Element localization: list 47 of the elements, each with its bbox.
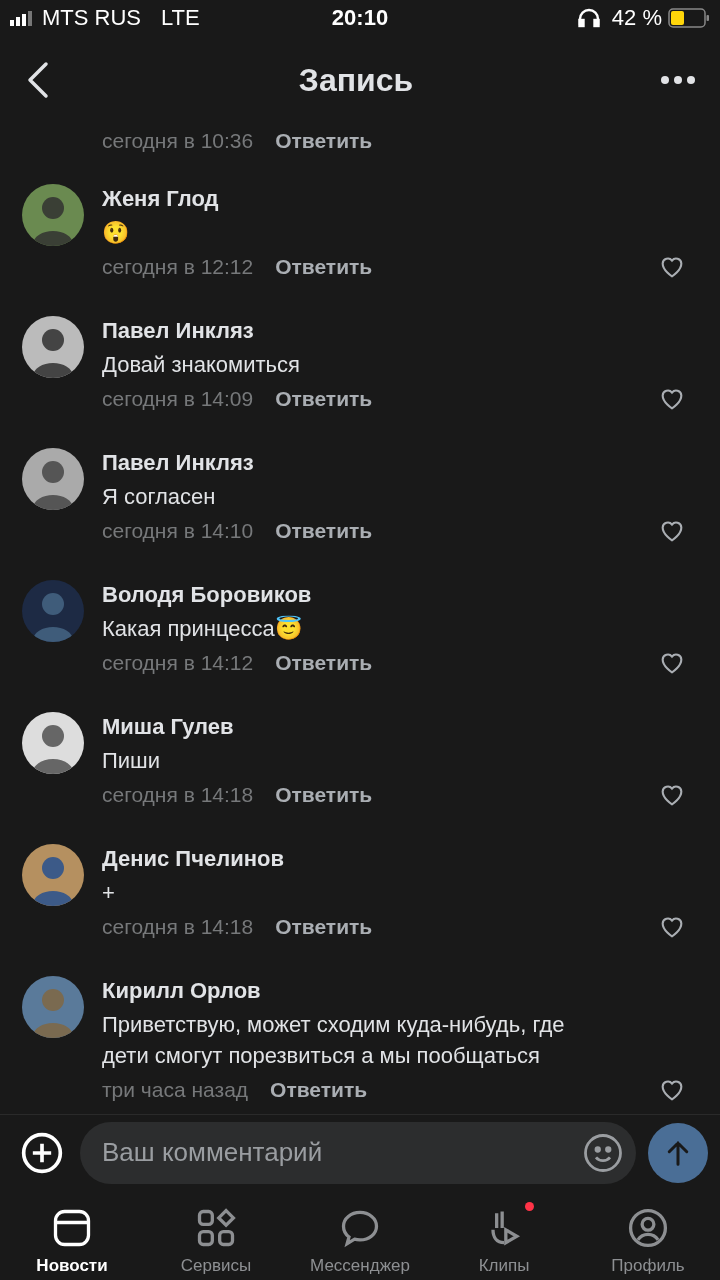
profile-icon (626, 1206, 670, 1250)
comment-time: сегодня в 14:09 (102, 387, 254, 411)
comment-time: сегодня в 14:18 (102, 915, 254, 939)
reply-button[interactable]: Ответить (275, 255, 373, 279)
page-title: Запись (298, 61, 414, 99)
reply-button[interactable]: Ответить (275, 129, 373, 153)
comment-time: сегодня в 10:36 (102, 129, 254, 153)
comment-text: 😲 (102, 219, 130, 247)
battery-percent: 42 % (611, 5, 662, 31)
comment-text: Довай знакомиться (102, 351, 301, 379)
comment-author[interactable]: Павел Инкляз (102, 446, 640, 480)
comment-author[interactable]: Павел Инкляз (102, 314, 640, 348)
tab[interactable]: Новости (0, 1190, 144, 1280)
tab[interactable]: Мессенджер (288, 1190, 432, 1280)
comment-author[interactable]: Денис Пчелинов (102, 842, 640, 876)
comment-time: сегодня в 12:12 (102, 255, 254, 279)
comment-time: сегодня в 14:18 (102, 783, 254, 807)
reply-button[interactable]: Ответить (275, 651, 373, 675)
carrier-name: MTS RUS (42, 5, 141, 31)
network-type: LTE (161, 5, 200, 31)
headphones-icon (577, 8, 600, 28)
comment-text: Я согласен (102, 483, 217, 511)
comment-time: три часа назад (102, 1078, 249, 1102)
comment-author[interactable]: Кирилл Орлов (102, 974, 640, 1008)
comment-field-background[interactable]: Ваш комментарий (80, 1121, 636, 1184)
tab[interactable]: Клипы (432, 1190, 576, 1280)
battery-icon (668, 8, 710, 28)
tab[interactable]: Сервисы (144, 1190, 288, 1280)
clock: 20:10 (331, 5, 389, 31)
smiley-icon[interactable] (582, 1131, 624, 1174)
comment-author[interactable]: Миша Гулев (102, 710, 640, 744)
comment-text: Пиши (102, 747, 162, 775)
comment-author[interactable]: Женя Глод (102, 182, 640, 216)
comment-text: Какая принцесса😇 (102, 614, 303, 643)
more-icon[interactable] (660, 75, 696, 85)
comment-author[interactable]: Володя Боровиков (102, 578, 640, 612)
comment-time: сегодня в 14:12 (102, 651, 254, 675)
comment-time: сегодня в 14:10 (102, 519, 254, 543)
reply-button[interactable]: Ответить (270, 1078, 368, 1102)
reply-button[interactable]: Ответить (275, 783, 373, 807)
reply-button[interactable]: Ответить (275, 915, 373, 939)
reply-button[interactable]: Ответить (275, 387, 373, 411)
tab[interactable]: Профиль (576, 1190, 720, 1280)
reply-button[interactable]: Ответить (275, 519, 373, 543)
comment-text: Приветствую, может сходим куда-нибудь, где дети смогут порезвиться а мы пообщаться (102, 1011, 566, 1070)
comment-text: + (102, 879, 116, 907)
comment-field[interactable]: Ваш комментарий (100, 1136, 582, 1169)
